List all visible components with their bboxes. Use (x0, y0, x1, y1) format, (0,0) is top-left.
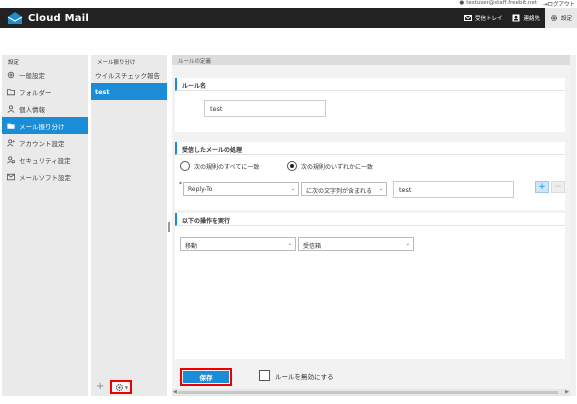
add-rule-button[interactable]: + (96, 382, 104, 392)
top-strip: ● testuser@staff.freebit.net ⇥ログアウト (0, 0, 577, 8)
rule-item-virus-check[interactable]: ウイルスチェック報告 (91, 66, 167, 83)
radio-button[interactable] (287, 161, 297, 171)
sidebar-item-folders[interactable]: フォルダー (2, 83, 88, 100)
nav-inbox[interactable]: 受信トレイ (459, 8, 508, 28)
nav-settings[interactable]: 設定 (544, 8, 577, 28)
section-heading: ルール名 (175, 78, 565, 91)
rule-name-section: ルール名 test (175, 78, 565, 132)
app-header: Cloud Mail 受信トレイ 連絡先 設定 (0, 8, 577, 28)
sidebar-item-general[interactable]: 一般設定 (2, 66, 88, 83)
gear-icon (550, 14, 558, 22)
header-nav: 受信トレイ 連絡先 設定 (459, 8, 577, 28)
disable-rule-option[interactable]: ルールを無効にする (259, 370, 334, 381)
disable-rule-checkbox[interactable] (259, 370, 270, 381)
panel-title: ルールの定義 (172, 55, 570, 65)
chevron-down-icon: ⌄ (378, 186, 383, 192)
rule-actions-button[interactable]: ▼ (110, 380, 133, 394)
rule-list-footer: + ▼ (91, 378, 167, 396)
scrollbar-thumb[interactable] (178, 391, 558, 394)
gear-icon (7, 71, 15, 78)
save-button[interactable]: 保存 (183, 371, 229, 383)
scroll-left-icon[interactable]: ◀ (173, 389, 177, 395)
chevron-down-icon: ⌄ (287, 241, 292, 247)
header-field-select[interactable]: Reply-To ⌄ (183, 182, 299, 196)
inbox-icon (463, 15, 472, 21)
sidebar-item-mail-filter[interactable]: メール振り分け (2, 117, 88, 134)
cloud-mail-logo-icon (7, 12, 23, 24)
radio-button[interactable] (180, 161, 190, 171)
security-icon (7, 155, 15, 163)
user-icon: ● (459, 0, 465, 6)
rule-list-panel: メール振り分け ウイルスチェック報告 test + ▼ (91, 55, 167, 396)
save-button-highlight: 保存 (180, 368, 232, 386)
logout-link[interactable]: ⇥ログアウト (543, 0, 575, 8)
actions-section: 以下の操作を実行 移動 ⌄ 受信箱 ⌄ (175, 213, 565, 359)
user-email: testuser@staff.freebit.net (466, 0, 537, 6)
panel-splitter-handle[interactable] (168, 222, 170, 232)
match-value-input[interactable]: test (393, 181, 514, 198)
target-folder-select[interactable]: 受信箱 ⌄ (298, 237, 414, 251)
mail-client-icon (7, 173, 15, 180)
scroll-right-icon[interactable]: ▶ (565, 389, 569, 395)
sidebar-item-personal[interactable]: 個人情報 (2, 100, 88, 117)
panel-footer: 保存 ルールを無効にする ◀ ▶ (172, 365, 570, 396)
section-heading: 以下の操作を実行 (175, 213, 565, 226)
person-icon (7, 104, 15, 113)
sidebar-item-security[interactable]: セキュリティ設定 (2, 151, 88, 168)
remove-condition-button[interactable]: − (551, 181, 565, 193)
account-icon (7, 138, 15, 146)
contacts-icon (512, 14, 520, 22)
radio-match-all[interactable]: 次の規則のすべてに一致 (180, 161, 259, 171)
user-info: ● testuser@staff.freebit.net (459, 0, 537, 6)
chevron-down-icon: ▼ (124, 384, 128, 390)
app-logo[interactable]: Cloud Mail (7, 11, 89, 25)
gear-icon (115, 383, 123, 391)
radio-match-any[interactable]: 次の規則のいずれかに一致 (287, 161, 373, 171)
rule-list-title: メール振り分け (97, 60, 136, 66)
conditions-section: 受信したメールの処理 次の規則のすべてに一致 次の規則のいずれかに一致 * Re… (175, 142, 565, 210)
settings-sidebar: 設定 一般設定 フォルダー 個人情報 メール振り分け アカウント設定 セキュリテ… (2, 55, 88, 396)
match-operator-select[interactable]: に次の文字列が含まれる ⌄ (301, 182, 387, 196)
folder-filled-icon (7, 123, 15, 129)
rule-name-input[interactable]: test (204, 100, 326, 117)
chevron-down-icon: ⌄ (405, 241, 410, 247)
horizontal-scrollbar[interactable]: ◀ ▶ (172, 389, 570, 396)
required-mark: * (179, 181, 182, 188)
rule-item-test[interactable]: test (91, 83, 167, 100)
folder-icon (7, 88, 15, 95)
add-condition-button[interactable]: + (535, 181, 549, 193)
vertical-scrollbar[interactable] (570, 55, 576, 396)
action-select[interactable]: 移動 ⌄ (180, 237, 296, 251)
sidebar-item-mail-client[interactable]: メールソフト設定 (2, 168, 88, 185)
rule-definition-panel: ルールの定義 ルール名 test 受信したメールの処理 次の規則のすべてに一致 … (172, 55, 570, 396)
section-heading: 受信したメールの処理 (175, 142, 565, 155)
app-name: Cloud Mail (28, 12, 89, 24)
nav-contacts[interactable]: 連絡先 (507, 8, 545, 28)
sidebar-title: 設定 (8, 60, 20, 66)
chevron-down-icon: ⌄ (290, 186, 295, 192)
sidebar-item-account[interactable]: アカウント設定 (2, 134, 88, 151)
